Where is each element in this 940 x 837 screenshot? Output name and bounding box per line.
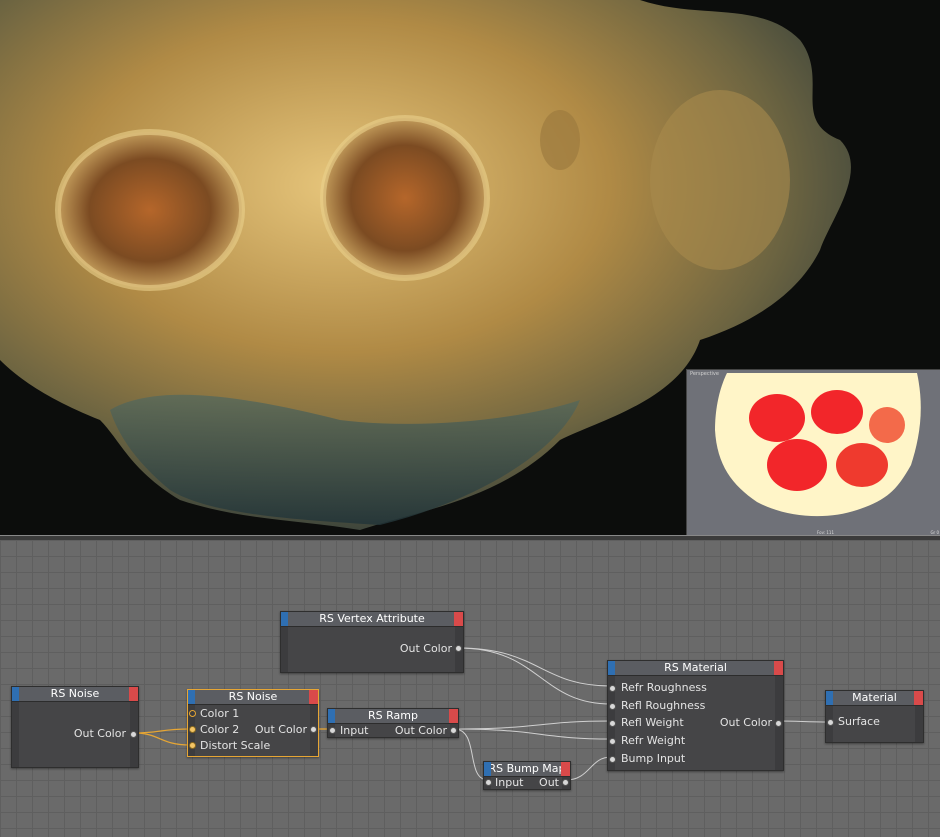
output-strip [774,661,783,675]
port-refl-roughness: Refl Roughness [621,699,706,712]
wire-ramp-to-refr-weight [453,728,612,740]
node-title: RS Noise [50,687,100,700]
viewport-preview[interactable]: Perspective Fov: 111 Gr 0 [686,369,940,535]
input-strip [484,762,491,776]
node-header: RS Material [608,661,783,676]
port-color1: Color 1 [200,707,240,720]
render-viewport[interactable]: Perspective Fov: 111 Gr 0 [0,0,940,535]
input-strip [281,612,288,626]
node-editor[interactable]: RS Noise Out Color RS Noise Color 1 Colo… [0,540,940,837]
node-rs-material[interactable]: RS Material Refr Roughness Refl Roughnes… [607,660,784,771]
node-title: RS Vertex Attribute [319,612,425,625]
heatmap-preview [715,373,921,517]
port-color2: Color 2 [200,723,240,736]
node-wires [133,647,830,781]
node-header: RS Noise [188,690,318,705]
output-strip [561,762,570,776]
port-input: Input [340,724,369,737]
node-rs-noise-2[interactable]: RS Noise Color 1 Color 2 Distort Scale O… [187,689,319,757]
port-dot-out[interactable] [455,645,462,652]
wire-bump-to-material [565,756,612,781]
port-dot-refl-roughness[interactable] [609,703,616,710]
input-strip [608,661,615,675]
wire-noise1-to-noise2-color2 [133,728,191,734]
port-dot-color2[interactable] [189,726,196,733]
output-strip [914,691,923,705]
wire-ramp-to-refl-weight [453,720,612,730]
port-surface: Surface [838,715,880,728]
node-title: RS Noise [228,690,278,703]
port-dot-refr-weight[interactable] [609,738,616,745]
output-strip [454,612,463,626]
port-dot-surface[interactable] [827,719,834,726]
output-strip [449,709,458,723]
port-dot-input[interactable] [329,727,336,734]
port-out-color: Out Color [254,723,307,736]
port-out-color: Out Color [394,724,447,737]
port-refl-weight: Refl Weight [621,716,684,729]
output-strip [129,687,138,701]
node-rs-noise-1[interactable]: RS Noise Out Color [11,686,139,768]
port-bump-input: Bump Input [621,752,686,765]
node-header: Material [826,691,923,706]
port-input: Input [495,776,524,789]
port-dot-bump-input[interactable] [609,756,616,763]
input-strip [328,709,335,723]
input-strip [188,690,195,704]
input-strip [826,691,833,705]
port-dot-input[interactable] [485,779,492,786]
port-out-color: Out Color [399,642,452,655]
port-dot-out[interactable] [450,727,457,734]
node-title: Material [852,691,897,704]
port-refr-roughness: Refr Roughness [621,681,707,694]
port-dot-distort[interactable] [189,742,196,749]
wire-vertex-to-refl-roughness [457,647,612,705]
node-title: RS Ramp [368,709,418,722]
node-header: RS Bump Map [484,762,570,777]
port-out-color: Out Color [73,727,126,740]
node-header: RS Vertex Attribute [281,612,463,627]
node-title: RS Bump Map [488,762,566,775]
wire-vertex-to-refr-roughness [457,647,612,687]
port-dot-color1[interactable] [189,710,196,717]
node-header: RS Noise [12,687,138,702]
port-dot-refl-weight[interactable] [609,720,616,727]
node-header: RS Ramp [328,709,458,724]
node-rs-bump-map[interactable]: RS Bump Map Input Out [483,761,571,790]
port-dot-refr-roughness[interactable] [609,685,616,692]
port-out-color: Out Color [719,716,772,729]
port-dot-out[interactable] [310,726,317,733]
port-dot-out[interactable] [562,779,569,786]
node-title: RS Material [664,661,727,674]
port-distort-scale: Distort Scale [200,739,271,752]
port-out: Out [539,776,559,789]
node-rs-ramp[interactable]: RS Ramp Input Out Color [327,708,459,738]
input-strip [12,687,19,701]
port-dot-out[interactable] [775,720,782,727]
node-rs-vertex-attribute[interactable]: RS Vertex Attribute Out Color [280,611,464,673]
wire-noise1-to-noise2-distort [133,732,191,746]
node-material-output[interactable]: Material Surface [825,690,924,743]
port-refr-weight: Refr Weight [621,734,686,747]
output-strip [309,690,318,704]
port-dot-out[interactable] [130,731,137,738]
